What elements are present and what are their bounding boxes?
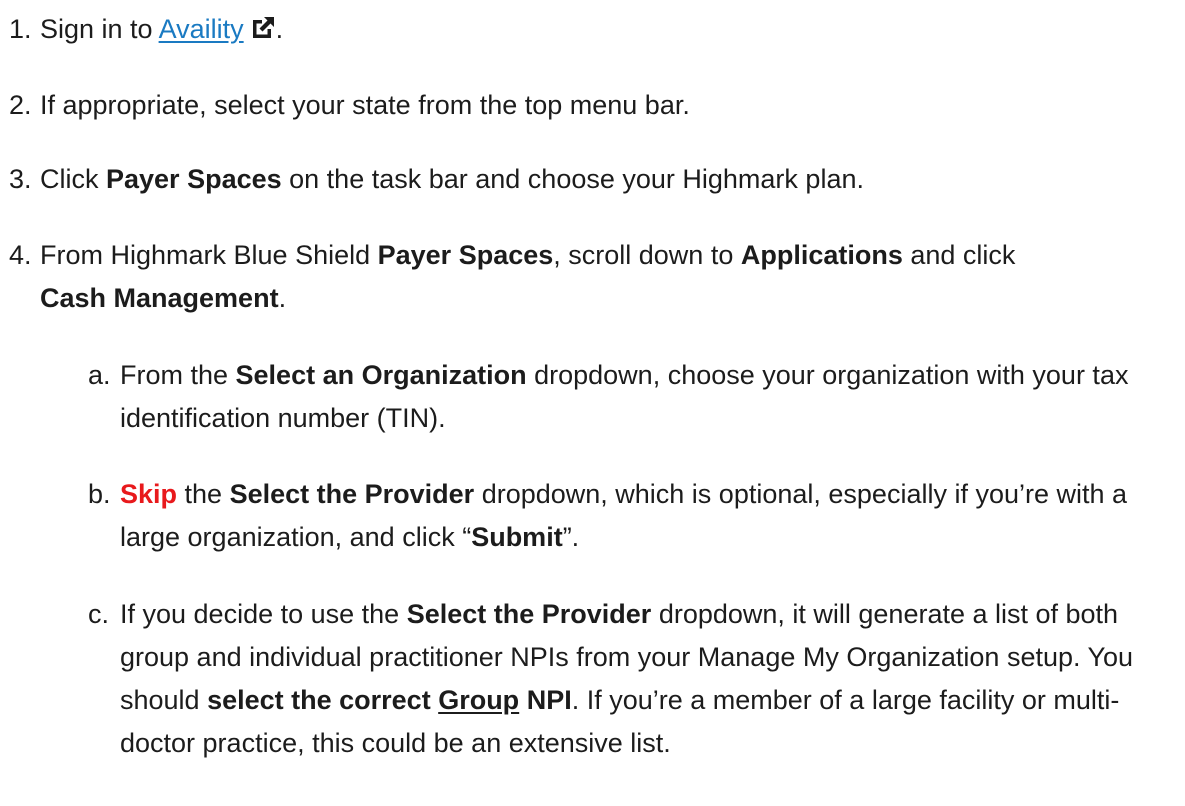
- submit-label: Submit: [471, 522, 563, 552]
- external-link-icon[interactable]: [250, 11, 276, 54]
- substep-c: c. If you decide to use the Select the P…: [88, 593, 1183, 765]
- step-3: 3. Click Payer Spaces on the task bar an…: [9, 158, 1179, 201]
- cash-management-label: Cash Management: [40, 283, 279, 313]
- substep-letter: b.: [88, 479, 111, 509]
- npi-label: NPI: [519, 685, 572, 715]
- substep-text: Skip the Select the Provider dropdown, w…: [120, 479, 1128, 552]
- step-number: 2.: [9, 90, 32, 120]
- step-text: Sign in to Availity.: [40, 8, 1179, 54]
- payer-spaces-label: Payer Spaces: [106, 164, 282, 194]
- step-2: 2. If appropriate, select your state fro…: [9, 84, 1179, 127]
- step-text: From Highmark Blue Shield Payer Spaces, …: [40, 240, 1016, 313]
- step-1: 1. Sign in to Availity.: [9, 8, 1179, 54]
- select-correct-label: select the correct: [207, 685, 439, 715]
- skip-emphasis: Skip: [120, 479, 178, 509]
- step-text: Click Payer Spaces on the task bar and c…: [40, 164, 864, 194]
- applications-label: Applications: [740, 240, 903, 270]
- step-4: 4. From Highmark Blue Shield Payer Space…: [9, 234, 1179, 320]
- select-provider-label: Select the Provider: [229, 479, 475, 509]
- substep-a: a. From the Select an Organization dropd…: [88, 354, 1183, 440]
- payer-spaces-label: Payer Spaces: [377, 240, 554, 270]
- availity-link[interactable]: Availity: [159, 14, 244, 44]
- select-organization-label: Select an Organization: [235, 360, 527, 390]
- instructions-list: 1. Sign in to Availity. 2. If appropriat…: [0, 0, 1185, 806]
- substep-text: From the Select an Organization dropdown…: [120, 360, 1129, 433]
- select-provider-label: Select the Provider: [406, 599, 652, 629]
- substep-text: If you decide to use the Select the Prov…: [120, 599, 1134, 758]
- step-number: 4.: [9, 240, 32, 270]
- group-label: Group: [438, 685, 520, 715]
- substep-b: b. Skip the Select the Provider dropdown…: [88, 473, 1183, 559]
- step-number: 1.: [9, 14, 32, 44]
- substep-letter: c.: [88, 599, 110, 629]
- step-number: 3.: [9, 164, 32, 194]
- step-text: If appropriate, select your state from t…: [40, 90, 690, 120]
- substep-letter: a.: [88, 360, 111, 390]
